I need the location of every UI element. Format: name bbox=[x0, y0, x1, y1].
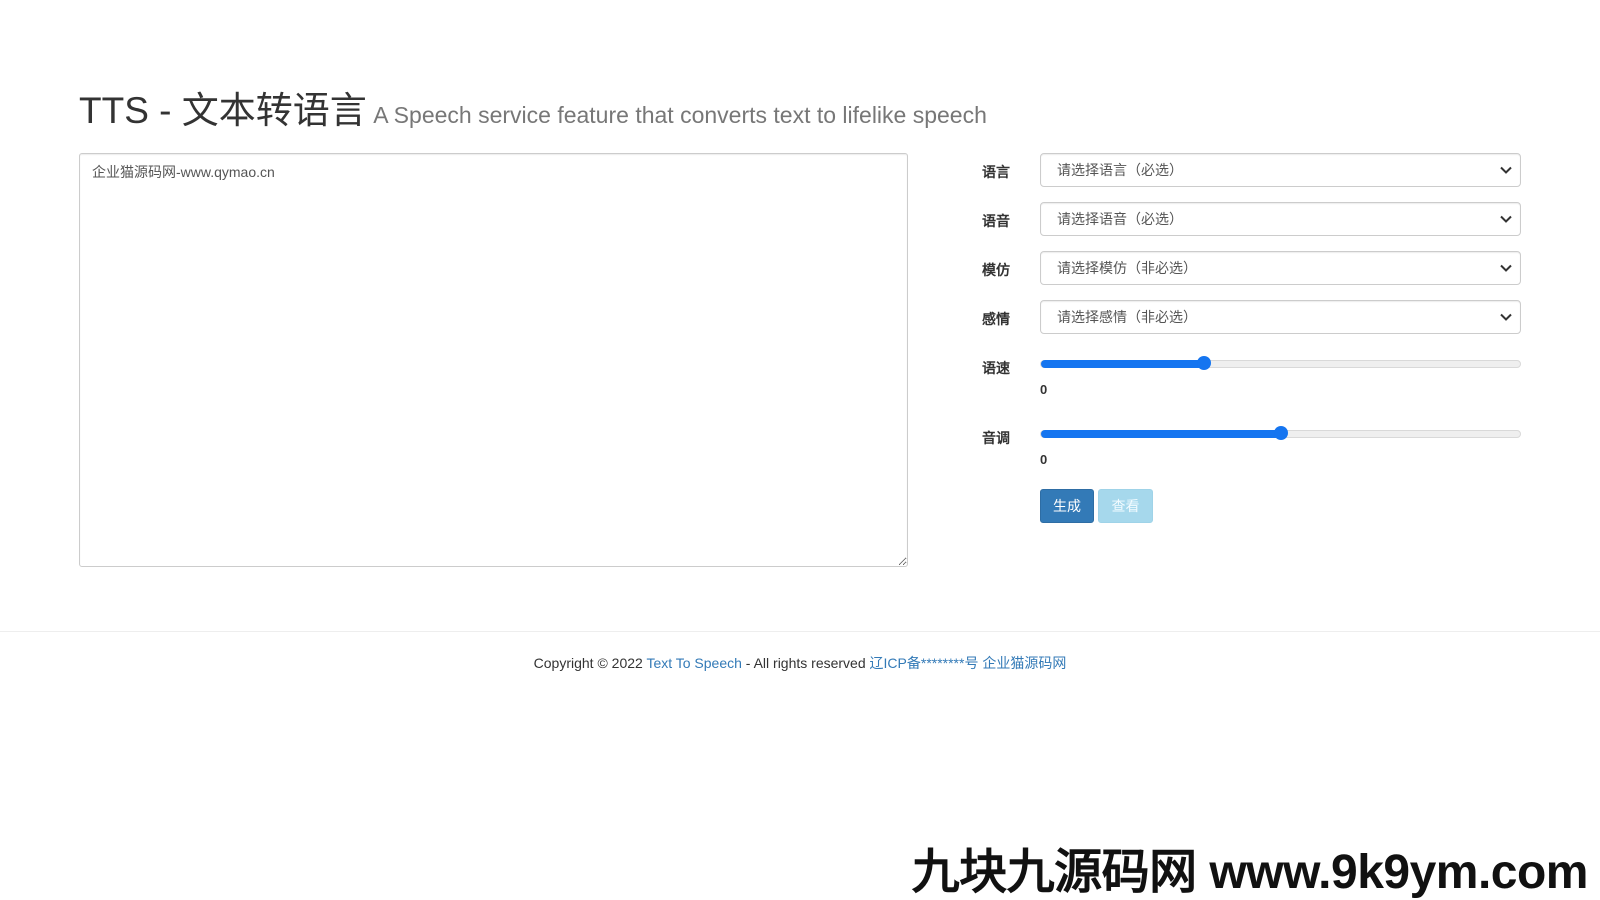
speed-slider-fill bbox=[1041, 360, 1204, 368]
text-input[interactable]: 企业猫源码网-www.qymao.cn bbox=[79, 153, 908, 567]
voice-label: 语音 bbox=[982, 213, 1010, 229]
voice-select-value: 请选择语音（必选） bbox=[1057, 211, 1183, 227]
language-select-value: 请选择语言（必选） bbox=[1057, 162, 1183, 178]
imitation-label: 模仿 bbox=[982, 262, 1010, 278]
emotion-label: 感情 bbox=[982, 311, 1010, 327]
page-subtitle: A Speech service feature that converts t… bbox=[373, 102, 987, 128]
watermark: 九块九源码网 www.9k9ym.com bbox=[911, 846, 1589, 899]
copyright-text: Copyright © 2022 bbox=[533, 655, 647, 671]
pitch-label: 音调 bbox=[982, 430, 1010, 446]
owner-link[interactable]: 企业猫源码网 bbox=[982, 655, 1066, 671]
view-button[interactable]: 查看 bbox=[1098, 489, 1153, 523]
pitch-slider[interactable] bbox=[1040, 426, 1521, 440]
pitch-value: 0 bbox=[1040, 452, 1048, 467]
speed-slider-thumb[interactable] bbox=[1196, 356, 1211, 370]
emotion-select-value: 请选择感情（非必选） bbox=[1057, 309, 1197, 325]
speed-label: 语速 bbox=[982, 360, 1010, 376]
speed-slider[interactable] bbox=[1040, 356, 1521, 370]
speed-value: 0 bbox=[1040, 382, 1048, 397]
generate-button[interactable]: 生成 bbox=[1040, 489, 1094, 523]
emotion-select[interactable]: 请选择感情（非必选） bbox=[1040, 300, 1521, 334]
footer: Copyright © 2022 Text To Speech - All ri… bbox=[0, 653, 1600, 673]
page: TTS - 文本转语言 A Speech service feature tha… bbox=[0, 0, 1600, 900]
site-link[interactable]: Text To Speech bbox=[646, 655, 741, 671]
chevron-down-icon bbox=[1500, 301, 1512, 333]
page-title: TTS - 文本转语言 bbox=[79, 90, 367, 131]
chevron-down-icon bbox=[1500, 154, 1512, 186]
chevron-down-icon bbox=[1500, 252, 1512, 284]
language-label: 语言 bbox=[982, 164, 1010, 180]
pitch-slider-thumb[interactable] bbox=[1273, 426, 1288, 440]
voice-select[interactable]: 请选择语音（必选） bbox=[1040, 202, 1521, 236]
imitation-select-value: 请选择模仿（非必选） bbox=[1057, 260, 1197, 276]
icp-link[interactable]: 辽ICP备********号 bbox=[870, 655, 979, 671]
pitch-slider-fill bbox=[1041, 430, 1281, 438]
imitation-select[interactable]: 请选择模仿（非必选） bbox=[1040, 251, 1521, 285]
page-heading: TTS - 文本转语言 A Speech service feature tha… bbox=[79, 80, 987, 134]
footer-divider bbox=[0, 631, 1600, 632]
language-select[interactable]: 请选择语言（必选） bbox=[1040, 153, 1521, 187]
rights-text: - All rights reserved bbox=[741, 655, 870, 671]
chevron-down-icon bbox=[1500, 203, 1512, 235]
